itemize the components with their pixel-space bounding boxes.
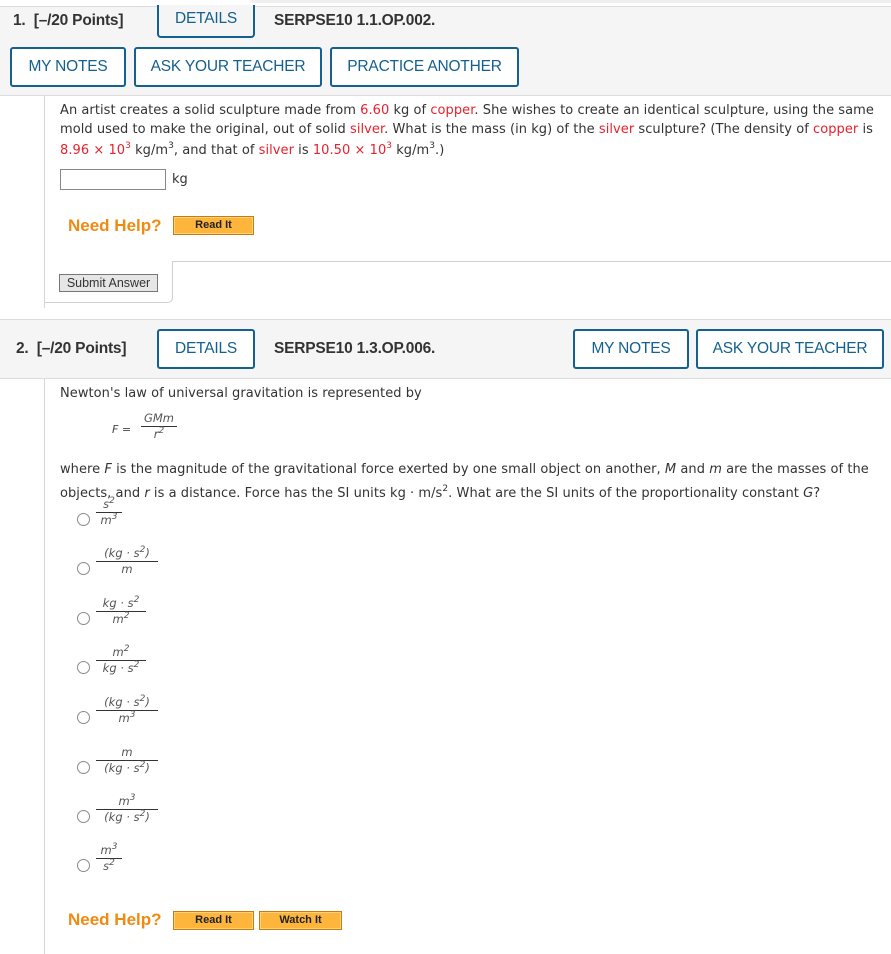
radio-button[interactable] xyxy=(77,612,90,625)
watch-it-button[interactable]: Watch It xyxy=(259,911,342,930)
option-denominator: s2 xyxy=(103,858,115,874)
answer-option[interactable]: m3 (kg · s2) xyxy=(45,794,245,846)
radio-button[interactable] xyxy=(77,711,90,724)
radio-button[interactable] xyxy=(77,761,90,774)
radio-button[interactable] xyxy=(77,562,90,575)
answer-option[interactable]: m2 kg · s2 xyxy=(45,645,245,697)
option-denominator: m3 xyxy=(100,512,118,528)
option-denominator: m3 xyxy=(118,710,136,726)
need-help-label: Need Help? xyxy=(68,216,162,235)
answer-unit-label: kg xyxy=(172,172,188,187)
option-numerator: m xyxy=(121,745,133,759)
answer-option[interactable]: m (kg · s2) xyxy=(45,745,245,797)
answer-option[interactable]: m3 s2 xyxy=(45,843,245,895)
option-denominator: (kg · s2) xyxy=(104,809,150,825)
option-fraction: m2 kg · s2 xyxy=(96,645,146,676)
option-numerator: (kg · s2) xyxy=(104,545,150,561)
option-numerator: (kg · s2) xyxy=(104,694,150,710)
question-2-body: Newton's law of universal gravitation is… xyxy=(44,379,891,954)
silver-density-value: 10.50 × 103 xyxy=(312,141,393,159)
option-fraction: m3 (kg · s2) xyxy=(96,794,158,825)
radio-button[interactable] xyxy=(77,513,90,526)
option-numerator: m2 xyxy=(112,644,130,660)
question-1-details-button[interactable]: DETAILS xyxy=(157,5,255,38)
option-numerator: kg · s2 xyxy=(102,595,140,611)
option-fraction: (kg · s2) m xyxy=(96,546,158,577)
question-2-ask-your-teacher-button[interactable]: ASK YOUR TEACHER xyxy=(696,329,884,369)
practice-another-button[interactable]: PRACTICE ANOTHER xyxy=(330,47,519,87)
question-1-body: An artist creates a solid sculpture made… xyxy=(44,96,891,308)
answer-option[interactable]: (kg · s2) m xyxy=(45,546,245,598)
option-fraction: (kg · s2) m3 xyxy=(96,695,158,726)
answer-option[interactable]: (kg · s2) m3 xyxy=(45,695,245,747)
question-1-header: 1. [–/20 Points] DETAILS SERPSE10 1.1.OP… xyxy=(0,5,891,96)
copper-density-value: 8.96 × 103 xyxy=(60,141,131,159)
answer-option[interactable]: kg · s2 m2 xyxy=(45,596,245,648)
option-fraction: m (kg · s2) xyxy=(96,745,158,776)
mass-answer-input[interactable] xyxy=(60,169,166,190)
option-denominator: kg · s2 xyxy=(102,660,140,676)
copper-mass-value: 6.60 xyxy=(360,103,390,118)
option-numerator: m3 xyxy=(100,842,118,858)
submit-answer-button[interactable]: Submit Answer xyxy=(59,274,158,292)
ask-your-teacher-button[interactable]: ASK YOUR TEACHER xyxy=(134,47,322,87)
option-denominator: m2 xyxy=(112,611,130,627)
option-numerator: m3 xyxy=(118,793,136,809)
question-1-points: 1. [–/20 Points] xyxy=(13,12,124,29)
answer-option[interactable]: s2 m3 xyxy=(45,497,245,549)
read-it-button[interactable]: Read It xyxy=(173,216,254,235)
radio-button[interactable] xyxy=(77,810,90,823)
question-2-code: SERPSE10 1.3.OP.006. xyxy=(274,340,436,357)
divider xyxy=(172,261,891,262)
radio-button[interactable] xyxy=(77,661,90,674)
option-fraction: m3 s2 xyxy=(96,843,122,874)
option-denominator: (kg · s2) xyxy=(104,760,150,776)
option-fraction: s2 m3 xyxy=(96,497,122,528)
option-numerator: s2 xyxy=(103,496,115,512)
question-2-need-help-label: Need Help? xyxy=(68,910,162,929)
question-2-points: 2. [–/20 Points] xyxy=(16,340,127,357)
question-1-code: SERPSE10 1.1.OP.002. xyxy=(274,12,436,29)
radio-button[interactable] xyxy=(77,859,90,872)
option-fraction: kg · s2 m2 xyxy=(96,596,146,627)
question-2-header: 2. [–/20 Points] DETAILS SERPSE10 1.3.OP… xyxy=(0,319,891,379)
question-2-details-button[interactable]: DETAILS xyxy=(157,329,255,369)
question-1-prompt: An artist creates a solid sculpture made… xyxy=(60,103,874,159)
option-denominator: m xyxy=(121,562,133,576)
question-2-read-it-button[interactable]: Read It xyxy=(173,911,254,930)
answer-options: s2 m3 (kg · s2) m kg · s2 m2 m2 kg · s2 (kg · s2… xyxy=(45,379,345,954)
my-notes-button[interactable]: MY NOTES xyxy=(10,47,126,87)
question-2-my-notes-button[interactable]: MY NOTES xyxy=(573,329,689,369)
